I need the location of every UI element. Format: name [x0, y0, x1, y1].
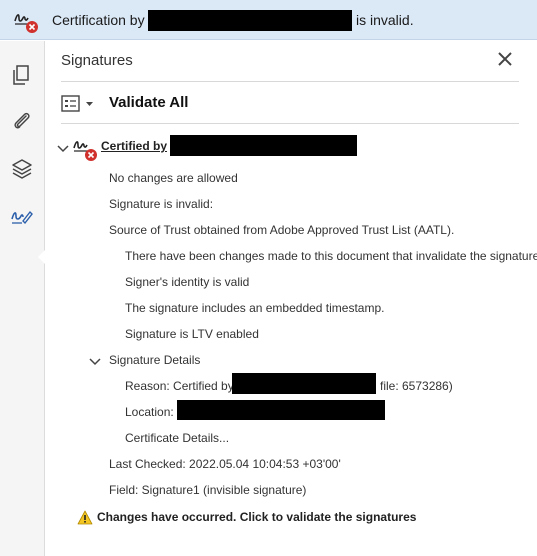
timestamp-text: The signature includes an embedded times…: [125, 301, 385, 315]
redacted-reason: [232, 373, 376, 394]
active-tool-indicator: [38, 249, 46, 265]
signature-title-link[interactable]: Certified by: [101, 139, 167, 153]
attachments-icon[interactable]: [10, 109, 34, 133]
signatures-icon[interactable]: [10, 204, 34, 228]
redacted-signer-name: [148, 10, 352, 31]
trust-source-text: Source of Trust obtained from Adobe Appr…: [109, 223, 455, 237]
signature-invalid-icon: [14, 14, 38, 33]
panel-title: Signatures: [61, 52, 133, 69]
chevron-down-icon[interactable]: [89, 357, 101, 367]
options-menu-button[interactable]: [61, 94, 97, 114]
signature-details-heading[interactable]: Signature Details: [109, 353, 200, 367]
navigation-pane: [0, 41, 46, 556]
identity-valid-text: Signer's identity is valid: [125, 275, 250, 289]
redacted-location: [177, 400, 385, 420]
banner-suffix-text: is invalid.: [356, 12, 414, 28]
signature-invalid-icon: [73, 141, 97, 161]
notification-banner: Certification by is invalid.: [0, 0, 537, 40]
banner-prefix-text: Certification by: [52, 12, 145, 28]
close-icon[interactable]: [495, 49, 515, 69]
changes-allowed-text: No changes are allowed: [109, 171, 238, 185]
last-checked-text: Last Checked: 2022.05.04 10:04:53 +03'00…: [109, 457, 341, 471]
reason-file-text: file: 6573286): [380, 379, 453, 393]
signature-field-text: Field: Signature1 (invisible signature): [109, 483, 307, 497]
signature-validity-text: Signature is invalid:: [109, 197, 214, 211]
chevron-down-icon[interactable]: [57, 144, 69, 154]
certificate-details-link[interactable]: Certificate Details...: [125, 431, 229, 445]
reason-label: Reason: Certified by: [125, 379, 234, 393]
location-label: Location:: [125, 405, 174, 419]
validate-all-button[interactable]: Validate All: [109, 94, 188, 111]
warning-icon: [77, 510, 93, 525]
redacted-signer-name: [170, 135, 357, 156]
divider: [61, 81, 519, 82]
divider: [61, 123, 519, 124]
layers-icon[interactable]: [10, 157, 34, 181]
changes-made-text: There have been changes made to this doc…: [125, 249, 537, 263]
ltv-enabled-text: Signature is LTV enabled: [125, 327, 259, 341]
pages-icon[interactable]: [10, 63, 34, 87]
validate-warning-link[interactable]: Changes have occurred. Click to validate…: [97, 510, 416, 524]
